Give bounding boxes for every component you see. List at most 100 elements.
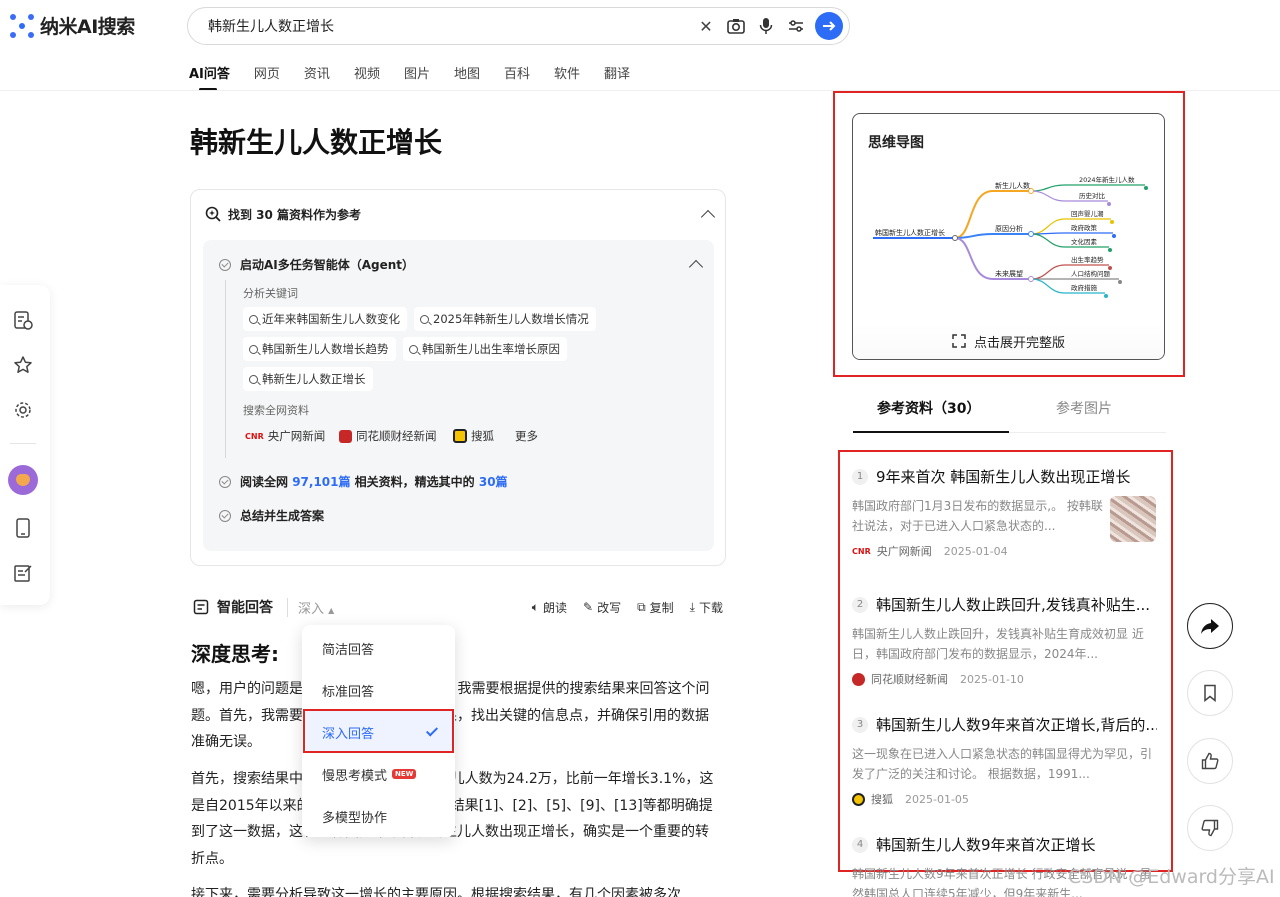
mindmap-leaf: 人口结构问题 [1071,269,1111,278]
answer-icon [193,599,209,615]
read-selected[interactable]: 30篇 [479,475,508,489]
steps-line [225,280,226,458]
answer-paragraph: 接下来，需要分析导致这一增长的主要原因。根据搜索结果，有几个因素被多次 [191,887,681,897]
notes-icon[interactable] [12,562,34,584]
share-button[interactable] [1187,603,1233,649]
tab-encyclopedia[interactable]: 百科 [504,63,530,89]
search-sparkle-icon [205,206,221,222]
history-icon[interactable] [12,309,34,331]
tab-web[interactable]: 网页 [254,63,280,89]
mindmap-card[interactable]: 思维导图 韩国新生儿人数正增长 新生儿人数 原因分析 未来展望 2024年新生儿… [852,113,1165,360]
keyword-chip[interactable]: 韩国新生儿出生率增长原因 [403,337,567,361]
tab-ai-answer[interactable]: AI问答 [189,63,230,91]
step-agent-label: 启动AI多任务智能体（Agent） [240,258,415,272]
search-input[interactable] [208,18,691,34]
source-name: 同花顺财经新闻 [356,429,437,443]
step-read: 阅读全网 97,101篇 相关资料，精选其中的 30篇 [219,473,508,490]
dislike-button[interactable] [1187,805,1233,851]
tab-map[interactable]: 地图 [454,63,480,89]
reference-title-text: 9年来首次 韩国新生儿人数出现正增长 [876,468,1131,486]
tab-news[interactable]: 资讯 [304,63,330,89]
tab-translate[interactable]: 翻译 [604,63,630,89]
keyword-chip[interactable]: 韩国新生儿人数增长趋势 [243,337,396,361]
collapse-agent-chevron-icon[interactable] [688,259,704,275]
mode-option-concise[interactable]: 简洁回答 [302,627,455,669]
tab-software[interactable]: 软件 [554,63,580,89]
answer-mode-select[interactable]: 深入 ▲ [287,597,334,617]
mobile-icon[interactable] [12,517,34,539]
reference-panel: 找到 30 篇资料作为参考 启动AI多任务智能体（Agent） 分析关键词 近年… [190,189,726,566]
reference-title: 1 9年来首次 韩国新生儿人数出现正增长 [852,466,1157,487]
keyword-chip[interactable]: 近年来韩国新生儿人数变化 [243,307,407,331]
answer-paragraph: 首先，搜索结果中提到，2024年韩国新生儿人数为24.2万，比前一年增长3.1%… [191,771,714,867]
more-sources-link[interactable]: 更多 [509,424,545,448]
microphone-icon[interactable] [751,11,781,41]
reference-item[interactable]: 3 韩国新生儿人数9年来首次正增长,背后的... 这一现象在已进入人口紧急状态的韩… [852,714,1157,807]
tab-reference-images[interactable]: 参考图片 [1056,398,1112,418]
copy-icon: ⧉ [637,599,646,614]
step-summary-label: 总结并生成答案 [240,509,325,523]
mode-option-slow-thinking[interactable]: 慢思考模式 NEW [302,753,455,795]
search-icon [249,314,258,324]
keyword-chip[interactable]: 韩新生儿人数正增长 [243,367,373,391]
active-tab-indicator [853,431,1009,433]
option-label: 标准回答 [322,684,375,700]
filter-icon[interactable] [781,11,811,41]
source-chip[interactable]: 搜狐 [447,424,501,448]
tab-images[interactable]: 图片 [404,63,430,89]
reference-panel-header[interactable]: 找到 30 篇资料作为参考 [204,205,361,223]
reference-source: 央广网新闻 [876,545,932,558]
read-aloud-button[interactable]: 🔈︎ 朗读 [532,599,567,616]
keyword-chip[interactable]: 2025年韩新生儿人数增长情况 [414,307,596,331]
mindmap-diagram: 韩国新生儿人数正增长 新生儿人数 原因分析 未来展望 2024年新生儿人数 历史… [873,175,1148,298]
tab-references[interactable]: 参考资料（30） [877,398,980,418]
read-middle: 相关资料，精选其中的 [350,475,479,489]
download-icon: ⤓ [689,599,695,614]
tab-video[interactable]: 视频 [354,63,380,89]
collapse-chevron-icon[interactable] [700,209,716,225]
favorites-icon[interactable] [12,354,34,376]
read-prefix: 阅读全网 [240,475,293,489]
rewrite-button[interactable]: ✎ 改写 [583,599,621,616]
reference-item[interactable]: 2 韩国新生儿人数止跌回升,发钱真补贴生... 韩国新生儿人数止跌回升，发钱真补贴… [852,594,1157,687]
check-circle-icon [219,258,231,271]
reference-title: 3 韩国新生儿人数9年来首次正增长,背后的... [852,714,1157,735]
reference-title-text: 韩国新生儿人数9年来首次正增长 [876,836,1096,854]
source-chip[interactable]: 同花顺财经新闻 [333,424,444,448]
mindmap-root: 韩国新生儿人数正增长 [875,228,945,237]
like-button[interactable] [1187,738,1233,784]
keyword-text: 韩新生儿人数正增长 [262,372,366,386]
bookmark-icon [1204,684,1216,702]
mindmap-leaf: 出生率趋势 [1071,255,1104,264]
step-agent: 启动AI多任务智能体（Agent） [219,256,414,273]
bookmark-button[interactable] [1187,670,1233,716]
mode-option-standard[interactable]: 标准回答 [302,669,455,711]
agent-steps: 启动AI多任务智能体（Agent） 分析关键词 近年来韩国新生儿人数变化 202… [203,240,714,551]
logo-icon [10,13,34,38]
mindmap-leaf: 政府政策 [1071,223,1098,232]
clear-icon[interactable]: ✕ [691,11,721,41]
settings-icon[interactable] [12,399,34,421]
ths-logo-icon [339,429,352,443]
reference-item[interactable]: 1 9年来首次 韩国新生儿人数出现正增长 韩国政府部门1月3日发布的数据显示,。 … [852,466,1157,559]
answer-label: 智能回答 [193,597,273,617]
avatar[interactable] [8,465,38,495]
expand-mindmap-button[interactable]: 点击展开完整版 [853,323,1164,359]
search-icon [249,374,258,384]
copy-button[interactable]: ⧉ 复制 [637,599,674,616]
watermark: CSDN @Edward分享AI [1068,866,1275,888]
share-icon [1201,619,1219,634]
mindmap-branch: 新生儿人数 [995,181,1030,190]
logo[interactable]: 纳米AI搜索 [10,12,135,39]
source-chip[interactable]: CNR 央广网新闻 [239,424,332,448]
mindmap-leaf: 政府措施 [1071,283,1098,292]
download-button[interactable]: ⤓ 下载 [690,599,723,616]
search-icon [409,344,418,354]
camera-icon[interactable] [721,11,751,41]
mode-option-multi-model[interactable]: 多模型协作 [302,795,455,837]
mindmap-branch: 未来展望 [995,269,1023,278]
reference-tabs: 参考资料（30） 参考图片 [853,398,1166,434]
search-submit-button[interactable] [815,12,843,40]
mindmap-leaf: 历史对比 [1079,191,1106,200]
option-label: 简洁回答 [322,642,375,658]
